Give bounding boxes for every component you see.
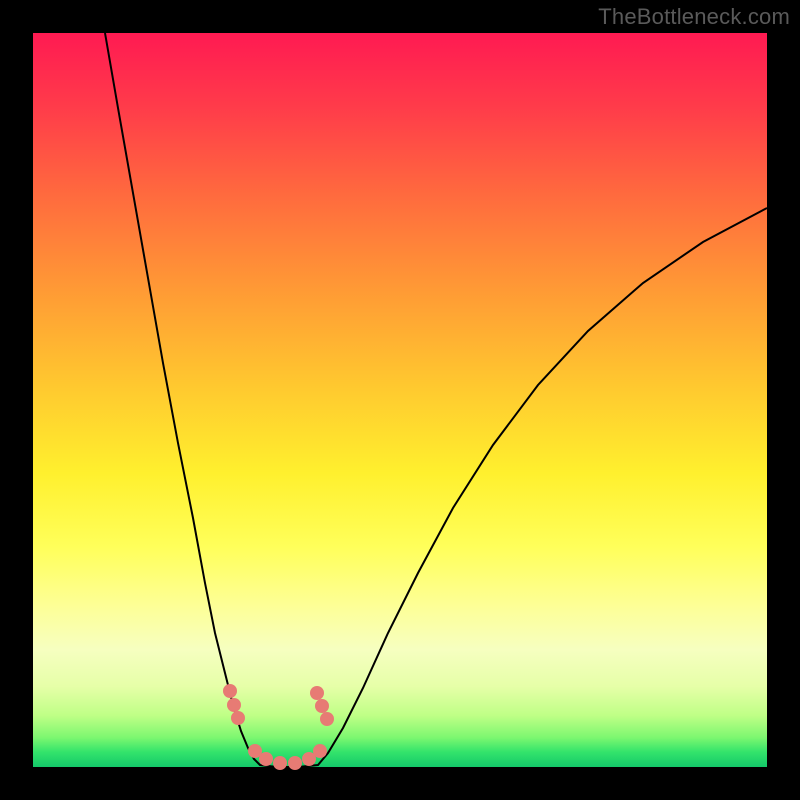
marker-dot <box>227 698 241 712</box>
marker-dot <box>315 699 329 713</box>
curve-path <box>105 33 767 767</box>
curve-svg <box>33 33 767 767</box>
watermark-text: TheBottleneck.com <box>598 4 790 30</box>
marker-dot <box>223 684 237 698</box>
marker-dot <box>259 752 273 766</box>
marker-dot <box>231 711 245 725</box>
marker-dot <box>288 756 302 770</box>
chart-frame: TheBottleneck.com <box>0 0 800 800</box>
marker-dot <box>310 686 324 700</box>
marker-dot <box>273 756 287 770</box>
marker-dot <box>313 744 327 758</box>
marker-dot <box>320 712 334 726</box>
plot-area <box>33 33 767 767</box>
